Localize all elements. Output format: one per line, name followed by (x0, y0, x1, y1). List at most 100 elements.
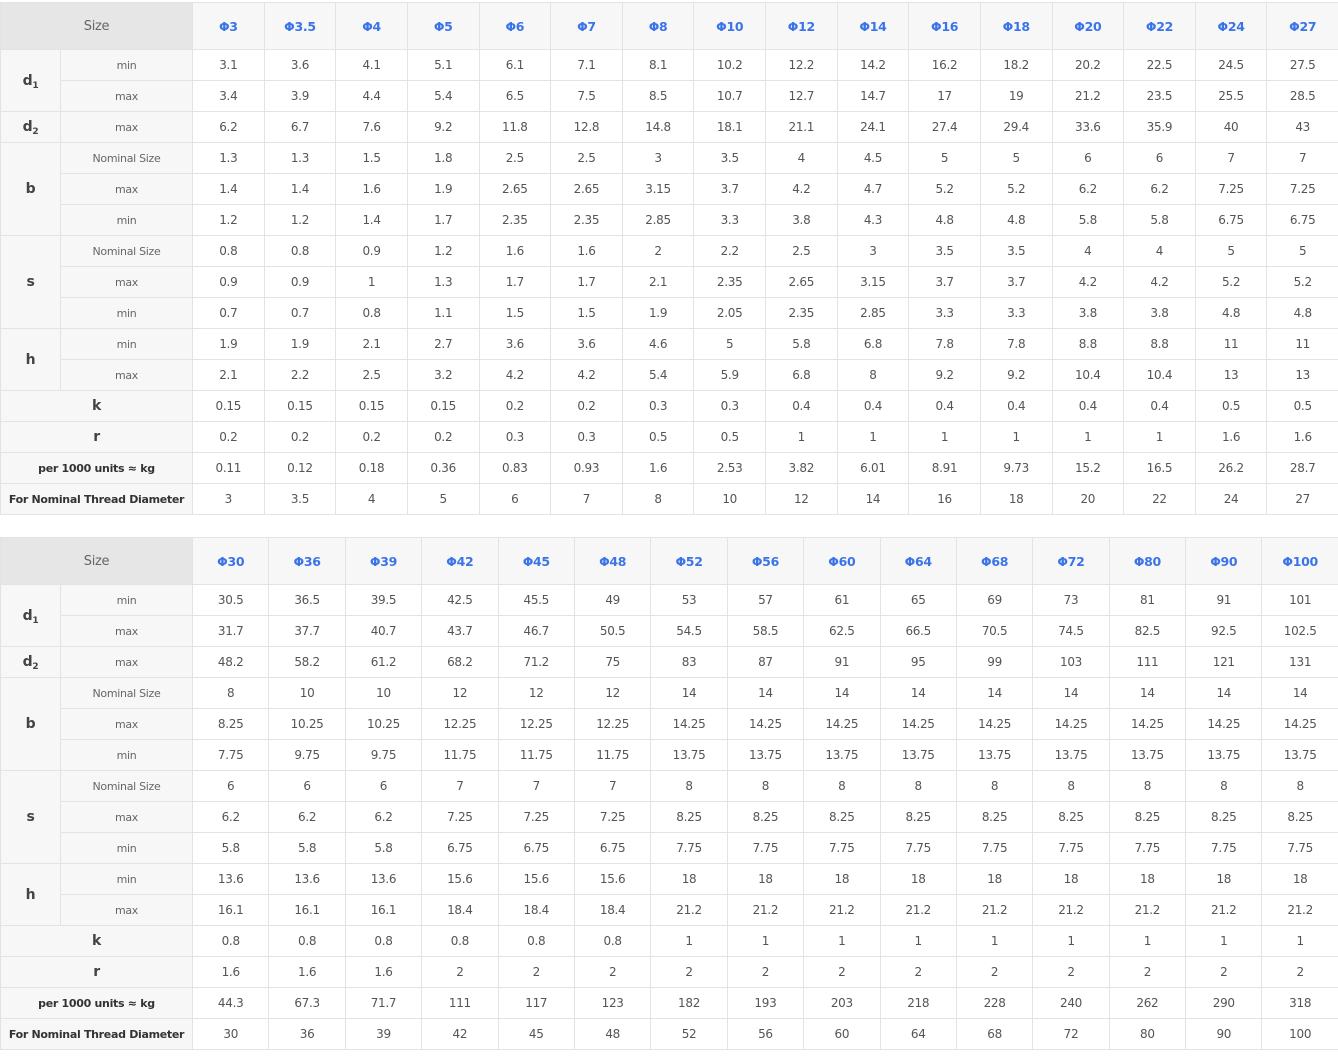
value-cell: 1 (955, 925, 1034, 957)
value-cell: 48.2 (191, 646, 270, 678)
value-cell: 4.8 (1194, 297, 1268, 329)
value-cell: 1.2 (263, 204, 337, 236)
size-column-header: Φ8 (621, 2, 695, 50)
value-cell: 36.5 (268, 584, 346, 616)
value-cell: 1.3 (192, 142, 265, 174)
value-cell: 8 (955, 770, 1034, 802)
value-cell: 0.12 (263, 452, 337, 484)
value-cell: 6 (478, 483, 552, 515)
value-cell: 8.8 (1051, 328, 1125, 360)
value-cell: 95 (879, 646, 957, 678)
value-cell: 14 (1185, 677, 1263, 709)
value-cell: 1.7 (478, 266, 552, 298)
value-cell: 262 (1108, 987, 1187, 1019)
value-cell: 2.1 (621, 266, 695, 298)
value-cell: 1 (836, 421, 910, 453)
value-cell: 8 (1108, 770, 1187, 802)
value-cell: 43 (1266, 111, 1338, 143)
param-label-s: s (0, 235, 61, 329)
value-cell: 1.4 (192, 173, 265, 205)
value-cell: 40 (1194, 111, 1268, 143)
value-cell: 8 (879, 770, 957, 802)
value-cell: 83 (650, 646, 728, 678)
header-row: Size Φ3 Φ3.5 Φ4 Φ5 Φ6 Φ7 Φ8 Φ10 Φ12 Φ14 Φ16 Φ18 Φ20 Φ2… (0, 2, 1338, 50)
value-cell: 2.35 (550, 204, 623, 236)
value-cell: 11.75 (421, 739, 499, 771)
value-cell: 15.2 (1051, 452, 1125, 484)
value-cell: 21.2 (1261, 894, 1338, 926)
value-cell: 15.6 (421, 863, 499, 895)
sub-label-max: max (60, 266, 193, 298)
value-cell: 74.5 (1032, 615, 1110, 647)
value-cell: 5.8 (1051, 204, 1125, 236)
value-cell: 2.5 (335, 359, 408, 391)
value-cell: 2.65 (478, 173, 552, 205)
value-cell: 13 (1194, 359, 1268, 391)
value-cell: 7.75 (726, 832, 805, 864)
table-row-weight: per 1000 units ≈ kg 44.3 67.3 71.7 111 117 123… (0, 987, 1338, 1019)
value-cell: 240 (1032, 987, 1110, 1019)
value-cell: 14.25 (1108, 708, 1187, 740)
value-cell: 4.3 (836, 204, 910, 236)
value-cell: 0.8 (191, 925, 270, 957)
value-cell: 45.5 (497, 584, 575, 616)
value-cell: 8.25 (650, 801, 728, 833)
table-row-h-min: h min 13.6 13.6 13.6 15.6 15.6 15.6 18 18 18 18 18 18… (0, 863, 1338, 926)
value-cell: 60 (803, 1018, 881, 1050)
value-cell: 2 (497, 956, 575, 988)
value-cell: 0.2 (335, 421, 408, 453)
value-cell: 0.4 (1123, 390, 1196, 422)
value-cell: 2.53 (693, 452, 766, 484)
value-cell: 71.2 (497, 646, 575, 678)
value-cell: 14.8 (621, 111, 695, 143)
value-cell: 4.2 (1051, 266, 1125, 298)
value-cell: 64 (879, 1018, 957, 1050)
sub-label-min: min (60, 297, 193, 329)
size-column-header: Φ18 (979, 2, 1053, 50)
param-label-d2: d2 (0, 646, 61, 678)
value-cell: 2.2 (263, 359, 337, 391)
value-cell: 7.25 (1194, 173, 1268, 205)
value-cell: 20 (1051, 483, 1125, 515)
value-cell: 10 (268, 677, 346, 709)
sub-label-nominal: Nominal Size (60, 770, 193, 802)
value-cell: 1 (908, 421, 981, 453)
size-column-header: Φ68 (955, 537, 1034, 585)
value-cell: 1.5 (478, 297, 552, 329)
value-cell: 4.8 (1266, 297, 1338, 329)
value-cell: 5.4 (406, 80, 480, 112)
value-cell: 2.1 (192, 359, 265, 391)
value-cell: 5 (979, 142, 1053, 174)
value-cell: 2 (421, 956, 499, 988)
size-column-header: Φ3.5 (263, 2, 337, 50)
value-cell: 4.2 (550, 359, 623, 391)
value-cell: 3.7 (693, 173, 766, 205)
value-cell: 8 (650, 770, 728, 802)
value-cell: 3.8 (1051, 297, 1125, 329)
table-row-b-max: max 8.25 10.25 10.25 12.25 12.25 12.25 14.25 14.… (1, 708, 1338, 740)
value-cell: 3.5 (693, 142, 766, 174)
value-cell: 22.5 (1123, 49, 1196, 81)
size-column-header: Φ36 (268, 537, 346, 585)
value-cell: 2.2 (693, 235, 766, 267)
value-cell: 2.5 (550, 142, 623, 174)
value-cell: 1 (1261, 925, 1338, 957)
value-cell: 2.7 (406, 328, 480, 360)
value-cell: 1 (1185, 925, 1263, 957)
value-cell: 7.25 (497, 801, 575, 833)
value-cell: 21.2 (650, 894, 728, 926)
value-cell: 0.4 (979, 390, 1053, 422)
value-cell: 5.8 (191, 832, 270, 864)
value-cell: 7.75 (650, 832, 728, 864)
value-cell: 0.93 (550, 452, 623, 484)
value-cell: 0.2 (263, 421, 337, 453)
sub-label-max: max (60, 615, 193, 647)
value-cell: 7.1 (550, 49, 623, 81)
value-cell: 111 (421, 987, 499, 1019)
value-cell: 228 (955, 987, 1034, 1019)
value-cell: 8.91 (908, 452, 981, 484)
value-cell: 2 (1261, 956, 1338, 988)
value-cell: 5 (908, 142, 981, 174)
sub-label-min: min (60, 328, 193, 360)
value-cell: 18.4 (573, 894, 652, 926)
